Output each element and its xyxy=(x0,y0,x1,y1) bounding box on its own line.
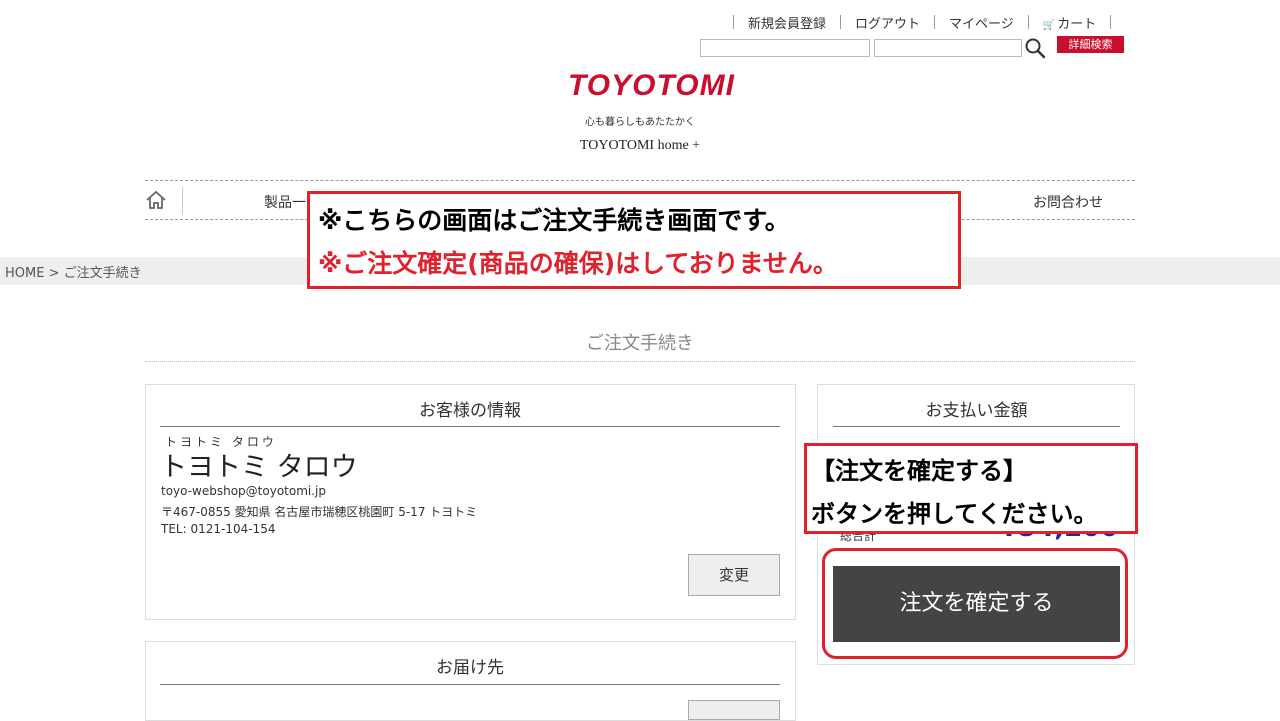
register-link[interactable]: 新規会員登録 xyxy=(734,13,840,32)
title-divider xyxy=(145,361,1135,362)
logout-link[interactable]: ログアウト xyxy=(841,13,934,32)
customer-address: 〒467-0855 愛知県 名古屋市瑞穂区桃園町 5-17 トヨトミ xyxy=(161,505,478,519)
nav-item-products[interactable]: 製品一 xyxy=(264,192,306,212)
instruction-box: 【注文を確定する】 ボタンを押してください。 xyxy=(804,443,1138,534)
customer-tel: TEL: 0121-104-154 xyxy=(161,522,276,536)
nav-separator xyxy=(182,187,183,215)
header-links: 新規会員登録 ログアウト マイページ 🛒 カート xyxy=(733,13,1112,32)
brand-subtitle: TOYOTOMI home + xyxy=(579,138,701,153)
home-icon[interactable] xyxy=(145,189,167,211)
cart-link[interactable]: 🛒 カート xyxy=(1029,13,1110,32)
customer-name: トヨトミ タロウ xyxy=(160,452,358,483)
breadcrumb-text[interactable]: HOME > ご注文手続き xyxy=(5,262,142,281)
change-delivery-button[interactable] xyxy=(688,700,780,720)
cart-label: カート xyxy=(1057,16,1097,32)
nav-item-contact[interactable]: お問合わせ xyxy=(1033,192,1103,212)
payment-heading: お支払い金額 xyxy=(833,396,1120,427)
delivery-heading: お届け先 xyxy=(160,653,780,685)
cart-icon: 🛒 xyxy=(1042,19,1056,31)
mypage-link[interactable]: マイページ xyxy=(935,13,1028,32)
confirm-order-button[interactable]: 注文を確定する xyxy=(833,566,1120,642)
brand-tagline: 心も暮らしもあたたかく xyxy=(585,117,695,128)
notice-line-1: ※こちらの画面はご注文手続き画面です。 xyxy=(318,206,790,235)
search-input[interactable] xyxy=(700,39,870,57)
keyword-input[interactable] xyxy=(874,39,1022,57)
advanced-search-button[interactable]: 詳細検索 xyxy=(1057,36,1124,53)
customer-info-heading: お客様の情報 xyxy=(160,396,780,427)
change-customer-button[interactable]: 変更 xyxy=(688,554,780,596)
instruction-line-1: 【注文を確定する】 xyxy=(811,457,1027,485)
instruction-line-2: ボタンを押してください。 xyxy=(811,500,1098,528)
page-title: ご注文手続き xyxy=(586,333,694,354)
search-icon[interactable] xyxy=(1024,37,1046,59)
notice-line-2: ※ご注文確定(商品の確保)はしておりません。 xyxy=(318,249,838,278)
toyotomi-logo[interactable]: TOYOTOMI xyxy=(568,70,735,102)
customer-email: toyo-webshop@toyotomi.jp xyxy=(161,484,326,498)
link-separator xyxy=(1110,15,1112,29)
notice-box: ※こちらの画面はご注文手続き画面です。 ※ご注文確定(商品の確保)はしておりませ… xyxy=(307,191,961,289)
